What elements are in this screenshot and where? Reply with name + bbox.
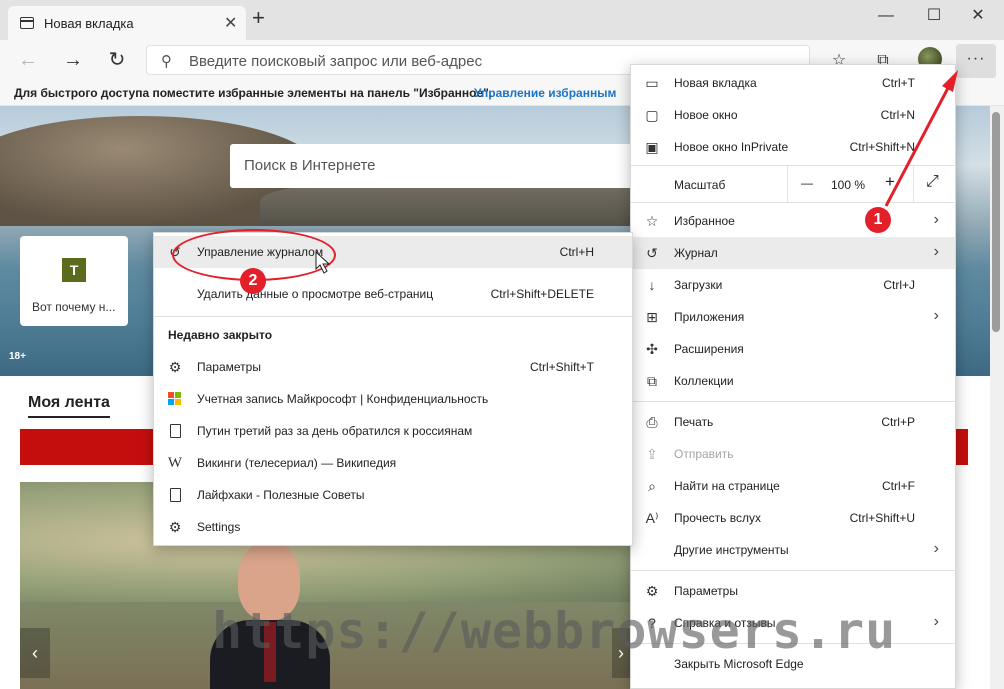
annotation-arrow (315, 70, 958, 274)
watermark: https://webbrowsers.ru (212, 602, 897, 660)
